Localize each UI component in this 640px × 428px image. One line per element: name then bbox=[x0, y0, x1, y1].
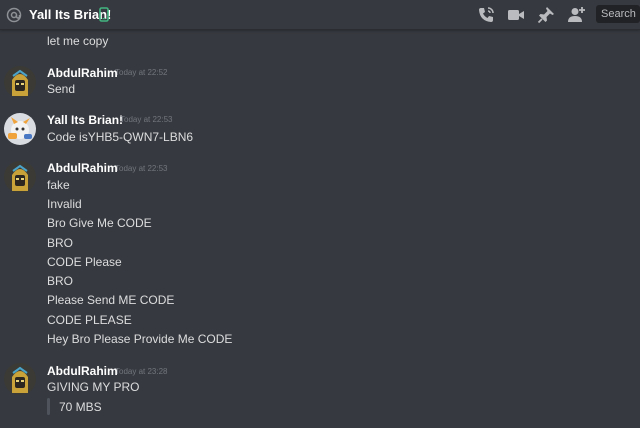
message-timestamp: Today at 22:53 bbox=[115, 164, 168, 173]
avatar[interactable] bbox=[4, 113, 36, 145]
mobile-phone-icon bbox=[99, 7, 109, 22]
message-text: CODE PLEASE bbox=[47, 313, 132, 327]
search-input[interactable]: Search bbox=[596, 5, 640, 23]
pin-icon[interactable] bbox=[536, 5, 556, 25]
phone-call-icon[interactable] bbox=[476, 5, 496, 25]
message-text: let me copy bbox=[47, 34, 109, 48]
message-text: fake bbox=[47, 178, 70, 192]
add-friend-icon[interactable] bbox=[566, 5, 586, 25]
at-icon bbox=[6, 7, 22, 23]
message-text: CODE Please bbox=[47, 255, 122, 269]
message-author[interactable]: AbdulRahim bbox=[47, 161, 118, 175]
quote-bar bbox=[47, 398, 50, 415]
video-call-icon[interactable] bbox=[506, 5, 526, 25]
message-text: BRO bbox=[47, 236, 74, 250]
avatar-image bbox=[4, 113, 36, 145]
message-text: Invalid bbox=[47, 197, 82, 211]
search-placeholder: Search bbox=[601, 8, 636, 20]
message-text: Bro Give Me CODE bbox=[47, 216, 152, 230]
channel-header: Yall Its Brian! Search bbox=[0, 0, 640, 30]
message-text: BRO bbox=[47, 274, 74, 288]
avatar-image bbox=[4, 66, 36, 98]
message-timestamp: Today at 22:53 bbox=[120, 115, 173, 124]
avatar-image bbox=[4, 363, 36, 395]
message-author[interactable]: AbdulRahim bbox=[47, 66, 118, 80]
avatar[interactable] bbox=[4, 363, 36, 395]
message-author[interactable]: AbdulRahim bbox=[47, 364, 118, 378]
message-text: GIVING MY PRO bbox=[47, 380, 140, 394]
quote-text: 70 MBS bbox=[59, 400, 102, 414]
avatar[interactable] bbox=[4, 161, 36, 193]
message-text: Send bbox=[47, 82, 76, 96]
message-text: Code isYHB5-QWN7-LBN6 bbox=[47, 130, 194, 144]
avatar-image bbox=[4, 161, 36, 193]
message-author[interactable]: Yall Its Brian! bbox=[47, 113, 123, 127]
message-text: Please Send ME CODE bbox=[47, 293, 175, 307]
message-timestamp: Today at 22:52 bbox=[115, 68, 168, 77]
avatar[interactable] bbox=[4, 66, 36, 98]
message-timestamp: Today at 23:28 bbox=[115, 367, 168, 376]
message-text: Hey Bro Please Provide Me CODE bbox=[47, 332, 233, 346]
